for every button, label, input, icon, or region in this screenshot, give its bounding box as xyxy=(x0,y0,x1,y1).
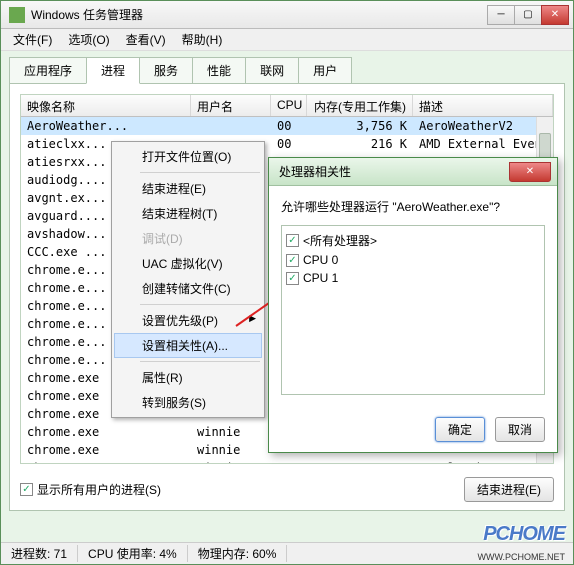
cell-name: chrome.exe xyxy=(21,442,191,458)
checkbox-cpu1[interactable]: ✓ xyxy=(286,272,299,285)
tab-performance[interactable]: 性能 xyxy=(192,57,246,84)
ctx-debug: 调试(D) xyxy=(114,226,262,251)
ctx-end-process[interactable]: 结束进程(E) xyxy=(114,176,262,201)
cpu-row-0[interactable]: ✓CPU 0 xyxy=(286,251,540,269)
cell-desc: AMD External Event xyxy=(413,136,553,152)
cell-name: AeroWeather... xyxy=(21,118,191,134)
cancel-button[interactable]: 取消 xyxy=(495,417,545,442)
dialog-close-button[interactable]: ✕ xyxy=(509,162,551,182)
end-process-button[interactable]: 结束进程(E) xyxy=(464,477,554,502)
cell-user xyxy=(191,125,271,127)
close-button[interactable]: ✕ xyxy=(541,5,569,25)
ctx-affinity[interactable]: 设置相关性(A)... xyxy=(114,333,262,358)
watermark-logo: PCHOME xyxy=(483,523,565,546)
cell-desc: AeroWeatherV2 xyxy=(413,118,553,134)
show-all-users-label: 显示所有用户的进程(S) xyxy=(37,481,161,498)
cpu-row-all[interactable]: ✓<所有处理器> xyxy=(286,230,540,251)
menu-options[interactable]: 选项(O) xyxy=(62,29,115,50)
menu-help[interactable]: 帮助(H) xyxy=(176,29,229,50)
tab-applications[interactable]: 应用程序 xyxy=(9,57,87,84)
menu-file[interactable]: 文件(F) xyxy=(7,29,58,50)
tab-networking[interactable]: 联网 xyxy=(245,57,299,84)
tab-strip: 应用程序 进程 服务 性能 联网 用户 xyxy=(9,57,565,84)
cell-user: winnie xyxy=(191,442,271,458)
minimize-button[interactable]: ─ xyxy=(487,5,515,25)
dialog-prompt: 允许哪些处理器运行 "AeroWeather.exe"? xyxy=(281,198,545,215)
tab-services[interactable]: 服务 xyxy=(139,57,193,84)
cell-user: winnie xyxy=(191,424,271,440)
cell-mem: 216 K xyxy=(307,136,413,152)
submenu-arrow-icon: ▶ xyxy=(249,313,256,324)
title-bar: Windows 任务管理器 ─ ▢ ✕ xyxy=(1,1,573,29)
ctx-separator xyxy=(140,361,260,362)
status-cpu-usage: CPU 使用率: 4% xyxy=(78,545,188,562)
ctx-separator xyxy=(140,172,260,173)
menu-bar: 文件(F) 选项(O) 查看(V) 帮助(H) xyxy=(1,29,573,51)
maximize-button[interactable]: ▢ xyxy=(514,5,542,25)
ctx-dump[interactable]: 创建转储文件(C) xyxy=(114,276,262,301)
dialog-title-bar: 处理器相关性 ✕ xyxy=(269,158,557,186)
cell-name: chrome.exe xyxy=(21,424,191,440)
status-process-count: 进程数: 71 xyxy=(1,545,78,562)
ctx-goto-service[interactable]: 转到服务(S) xyxy=(114,390,262,415)
ok-button[interactable]: 确定 xyxy=(435,417,485,442)
cell-name: chrome.exe xyxy=(21,460,191,464)
cell-mem: 17,344 K xyxy=(307,460,413,464)
col-image-name[interactable]: 映像名称 xyxy=(21,95,191,116)
cell-cpu: 00 xyxy=(271,136,307,152)
cell-user: winnie xyxy=(191,460,271,464)
dialog-title: 处理器相关性 xyxy=(279,163,509,180)
ctx-end-tree[interactable]: 结束进程树(T) xyxy=(114,201,262,226)
window-title: Windows 任务管理器 xyxy=(31,6,488,23)
table-row[interactable]: atieclxx...00216 KAMD External Event xyxy=(21,135,553,153)
tab-processes[interactable]: 进程 xyxy=(86,57,140,84)
tab-users[interactable]: 用户 xyxy=(298,57,352,84)
checkbox-all[interactable]: ✓ xyxy=(286,234,299,247)
ctx-priority[interactable]: 设置优先级(P)▶ xyxy=(114,308,262,333)
cell-desc: Google Chrome xyxy=(413,460,553,464)
col-description[interactable]: 描述 xyxy=(413,95,553,116)
col-memory[interactable]: 内存(专用工作集) xyxy=(307,95,413,116)
status-memory-usage: 物理内存: 60% xyxy=(188,545,288,562)
checkbox-cpu0[interactable]: ✓ xyxy=(286,254,299,267)
cpu-list: ✓<所有处理器> ✓CPU 0 ✓CPU 1 xyxy=(281,225,545,395)
show-all-users-checkbox[interactable]: ✓ xyxy=(20,483,33,496)
app-icon xyxy=(9,7,25,23)
affinity-dialog: 处理器相关性 ✕ 允许哪些处理器运行 "AeroWeather.exe"? ✓<… xyxy=(268,157,558,453)
col-user[interactable]: 用户名 xyxy=(191,95,271,116)
menu-view[interactable]: 查看(V) xyxy=(120,29,172,50)
ctx-open-location[interactable]: 打开文件位置(O) xyxy=(114,144,262,169)
ctx-separator xyxy=(140,304,260,305)
bottom-bar: ✓ 显示所有用户的进程(S) 结束进程(E) xyxy=(20,477,554,502)
cell-cpu: 00 xyxy=(271,460,307,464)
table-row[interactable]: AeroWeather... 003,756 KAeroWeatherV2 xyxy=(21,117,553,135)
dialog-body: 允许哪些处理器运行 "AeroWeather.exe"? ✓<所有处理器> ✓C… xyxy=(269,186,557,407)
watermark-url: WWW.PCHOME.NET xyxy=(478,552,566,562)
cell-cpu: 00 xyxy=(271,118,307,134)
cell-mem: 3,756 K xyxy=(307,118,413,134)
table-row[interactable]: chrome.exewinnie0017,344 KGoogle Chrome xyxy=(21,459,553,464)
cpu-row-1[interactable]: ✓CPU 1 xyxy=(286,269,540,287)
context-menu: 打开文件位置(O) 结束进程(E) 结束进程树(T) 调试(D) UAC 虚拟化… xyxy=(111,141,265,418)
table-header: 映像名称 用户名 CPU 内存(专用工作集) 描述 xyxy=(21,95,553,117)
window-buttons: ─ ▢ ✕ xyxy=(488,5,569,25)
ctx-properties[interactable]: 属性(R) xyxy=(114,365,262,390)
ctx-uac[interactable]: UAC 虚拟化(V) xyxy=(114,251,262,276)
dialog-buttons: 确定 取消 xyxy=(269,407,557,452)
col-cpu[interactable]: CPU xyxy=(271,95,307,116)
